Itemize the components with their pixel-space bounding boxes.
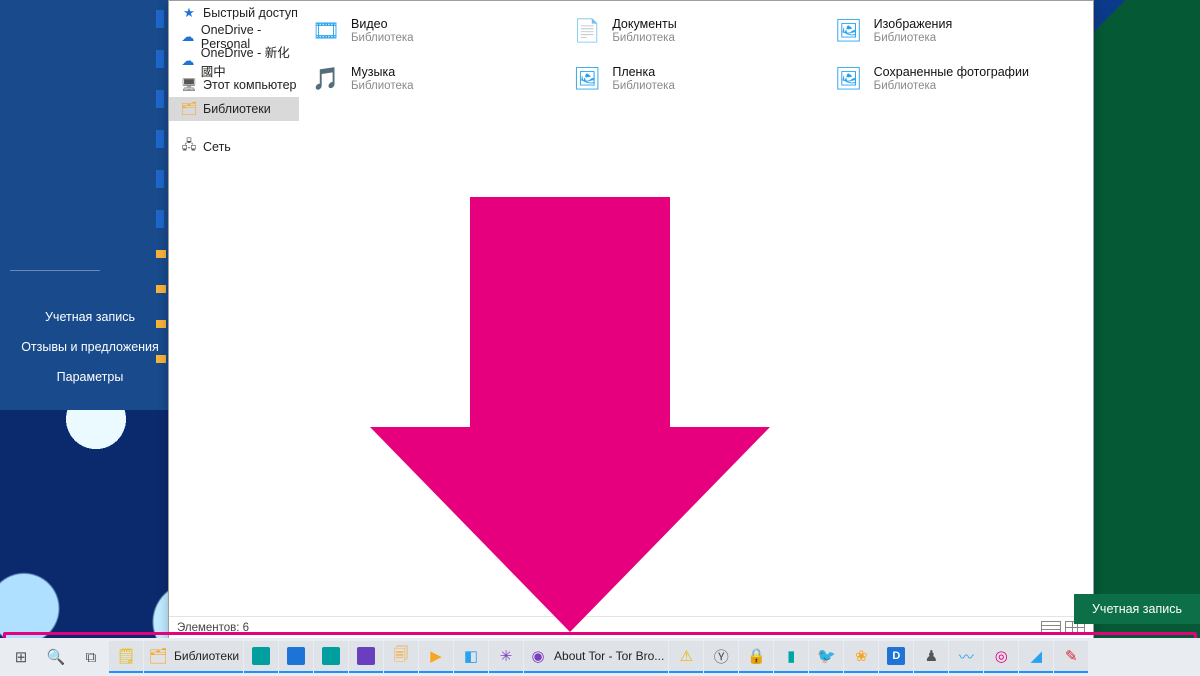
nav-icon: 🖥	[181, 77, 197, 93]
library-item-5[interactable]: 🖼 Сохраненные фотографииБиблиотека	[832, 59, 1089, 99]
app-6-icon: ◧	[461, 646, 481, 666]
library-title: Пленка	[612, 65, 675, 79]
brain-icon: ❀	[851, 646, 871, 666]
nav-item-6[interactable]: 🖧 Сеть	[169, 135, 299, 159]
library-title: Изображения	[874, 17, 953, 31]
taskbar-media[interactable]: ▶	[419, 641, 453, 673]
taskbar-start[interactable]: ⊞	[4, 641, 38, 673]
app-5-icon: 🗐	[391, 646, 411, 666]
taskbar-label: About Tor - Tor Bro...	[554, 649, 664, 663]
media-icon: ▶	[426, 646, 446, 666]
library-subtitle: Библиотека	[612, 80, 675, 93]
explorer-nav-pane[interactable]: ★Быстрый доступ☁OneDrive - Personal☁OneD…	[169, 1, 299, 601]
taskbar-yandex[interactable]: Ⓨ	[704, 641, 738, 673]
nav-item-2[interactable]: ☁OneDrive - 新化國中	[169, 49, 299, 73]
library-icon: 🎵	[309, 62, 343, 96]
library-title: Документы	[612, 17, 676, 31]
taskbar-app-11[interactable]: ◢	[1019, 641, 1053, 673]
taskbar-label: Библиотеки	[174, 649, 239, 663]
warning-icon: ⚠	[676, 646, 696, 666]
library-subtitle: Библиотека	[874, 80, 1029, 93]
taskbar-app-5[interactable]: 🗐	[384, 641, 418, 673]
hummingbird-icon: 🐦	[816, 646, 836, 666]
nav-label: OneDrive - 新化國中	[201, 42, 299, 80]
yandex-icon: Ⓨ	[711, 646, 731, 666]
instagram-icon: ◎	[991, 646, 1011, 666]
taskbar-instagram[interactable]: ◎	[984, 641, 1018, 673]
app-7-icon: ✳	[496, 646, 516, 666]
account-button-label: Учетная запись	[1092, 602, 1182, 616]
library-subtitle: Библиотека	[612, 32, 676, 45]
library-icon: 🖼	[570, 62, 604, 96]
nav-icon: ☁	[181, 29, 195, 45]
start-menu-item-1[interactable]: Отзывы и предложения	[0, 332, 180, 362]
start-menu-item-2[interactable]: Параметры	[0, 362, 180, 392]
library-item-1[interactable]: 📄 ДокументыБиблиотека	[570, 11, 827, 51]
start-menu-bottom: Учетная записьОтзывы и предложенияПараме…	[0, 302, 180, 392]
library-item-4[interactable]: 🖼 ПленкаБиблиотека	[570, 59, 827, 99]
library-subtitle: Библиотека	[874, 32, 953, 45]
library-subtitle: Библиотека	[351, 32, 414, 45]
app-12-icon: ✎	[1061, 646, 1081, 666]
file-explorer-window: ★Быстрый доступ☁OneDrive - Personal☁OneD…	[168, 0, 1094, 639]
taskbar-brain[interactable]: ❀	[844, 641, 878, 673]
library-icon: 📄	[570, 14, 604, 48]
library-item-2[interactable]: 🖼 ИзображенияБиблиотека	[832, 11, 1089, 51]
start-icon: ⊞	[11, 647, 31, 667]
taskbar-app-2[interactable]	[279, 641, 313, 673]
app-9-icon: ♟	[921, 646, 941, 666]
explorer-content[interactable]: 🎞ВидеоБиблиотека📄ДокументыБиблиотека🖼Изо…	[299, 1, 1093, 601]
taskbar-app-12[interactable]: ✎	[1054, 641, 1088, 673]
taskbar-app-1[interactable]	[244, 641, 278, 673]
sticky-notes-icon: 🗒	[116, 646, 136, 666]
taskbar-app-3[interactable]	[314, 641, 348, 673]
nav-label: Сеть	[203, 140, 231, 154]
library-item-0[interactable]: 🎞 ВидеоБиблиотека	[309, 11, 566, 51]
library-title: Видео	[351, 17, 414, 31]
library-subtitle: Библиотека	[351, 80, 414, 93]
taskbar-task-view[interactable]: ⧉	[74, 641, 108, 673]
account-button[interactable]: Учетная запись	[1074, 594, 1200, 624]
library-icon: 🖼	[832, 14, 866, 48]
taskbar-app-9[interactable]: ♟	[914, 641, 948, 673]
tor-icon: ◉	[528, 646, 548, 666]
taskbar-explorer[interactable]: 🗂 Библиотеки	[144, 641, 243, 673]
search-icon: 🔍	[46, 647, 66, 667]
taskbar-app-6[interactable]: ◧	[454, 641, 488, 673]
nav-item-4[interactable]: 🗂 Библиотеки	[169, 97, 299, 121]
taskbar[interactable]: ⊞ 🔍 ⧉ 🗒 🗂 Библиотеки 🗐 ▶ ◧ ✳ ◉ About Tor - Tor Bro.…	[0, 638, 1200, 676]
library-title: Сохраненные фотографии	[874, 65, 1029, 79]
explorer-icon: 🗂	[148, 646, 168, 666]
library-title: Музыка	[351, 65, 414, 79]
start-menu-panel: Учетная записьОтзывы и предложенияПараме…	[0, 0, 180, 410]
taskbar-app-10[interactable]: 〰	[949, 641, 983, 673]
nav-label: Этот компьютер	[203, 78, 296, 92]
taskbar-app-4[interactable]	[349, 641, 383, 673]
taskbar-lock-app[interactable]: 🔒	[739, 641, 773, 673]
app-11-icon: ◢	[1026, 646, 1046, 666]
taskbar-search[interactable]: 🔍	[39, 641, 73, 673]
library-icon: 🖼	[832, 62, 866, 96]
nav-item-0[interactable]: ★ Быстрый доступ	[169, 1, 299, 25]
nav-icon: ★	[181, 5, 197, 21]
taskbar-app-8[interactable]: ▮	[774, 641, 808, 673]
taskbar-sticky-notes[interactable]: 🗒	[109, 641, 143, 673]
nav-icon: 🖧	[181, 139, 197, 155]
nav-icon: ☁	[181, 53, 195, 69]
taskbar-app-7[interactable]: ✳	[489, 641, 523, 673]
nav-label: Библиотеки	[203, 102, 271, 116]
library-icon: 🎞	[309, 14, 343, 48]
nav-label: Быстрый доступ	[203, 6, 298, 20]
app-8-icon: ▮	[781, 646, 801, 666]
nav-icon: 🗂	[181, 101, 197, 117]
start-menu-item-0[interactable]: Учетная запись	[0, 302, 180, 332]
taskbar-app-d[interactable]: D	[879, 641, 913, 673]
taskbar-hummingbird[interactable]: 🐦	[809, 641, 843, 673]
taskbar-tor[interactable]: ◉ About Tor - Tor Bro...	[524, 641, 668, 673]
lock-app-icon: 🔒	[746, 646, 766, 666]
taskbar-warning[interactable]: ⚠	[669, 641, 703, 673]
library-item-3[interactable]: 🎵 МузыкаБиблиотека	[309, 59, 566, 99]
app-10-icon: 〰	[956, 646, 976, 666]
task-view-icon: ⧉	[81, 647, 101, 667]
